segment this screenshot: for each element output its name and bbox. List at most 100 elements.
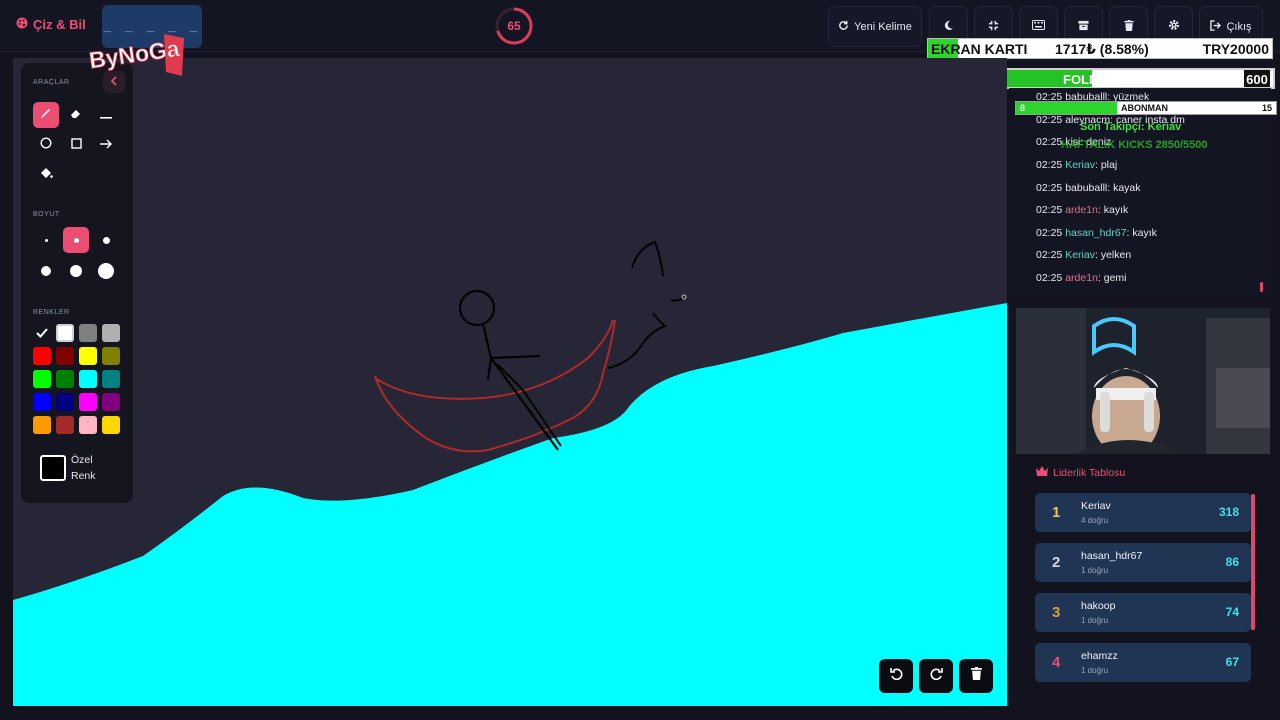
sign-out-icon (1210, 19, 1222, 34)
check-icon (36, 328, 48, 338)
leaderboard-name: hakoop (1081, 600, 1116, 612)
leaderboard-score: 74 (1225, 605, 1239, 619)
subs-label: ABONMAN (1121, 103, 1168, 113)
color-swatch[interactable] (33, 416, 51, 434)
chat-time: 02:25 (1036, 114, 1063, 126)
color-swatch[interactable] (56, 393, 74, 411)
color-swatch[interactable] (33, 347, 51, 365)
chat-panel: 02:25 babuballl: yüzmek 02:25 aleynacm: c… (1009, 88, 1271, 298)
brush-cursor (681, 294, 687, 300)
size-1-button[interactable] (33, 227, 59, 253)
color-swatch[interactable] (56, 416, 74, 434)
leaderboard: Liderlik Tablosu 1 Keriav 4 doğru 318 2 hasan… (1022, 458, 1270, 698)
size-1-dot (45, 239, 48, 242)
tools-section-label: ARAÇLAR (33, 79, 70, 86)
color-swatch[interactable] (102, 324, 120, 342)
leaderboard-rank: 4 (1052, 654, 1061, 671)
chat-message: 02:25 Keriav: plaj (1036, 159, 1117, 171)
color-swatch[interactable] (79, 370, 97, 388)
fill-tool-button[interactable] (33, 162, 59, 188)
color-swatch[interactable] (33, 393, 51, 411)
color-swatch[interactable] (102, 416, 120, 434)
color-swatch[interactable] (33, 324, 51, 342)
arrow-right-icon (100, 136, 113, 154)
rectangle-tool-button[interactable] (63, 132, 89, 158)
circle-icon (40, 136, 52, 154)
boat-stroke (374, 319, 616, 453)
leaderboard-row: 2 hasan_hdr67 1 doğru 86 (1035, 543, 1251, 582)
leaderboard-scrollbar[interactable] (1251, 494, 1255, 630)
chat-time: 02:25 (1036, 136, 1063, 148)
line-tool-button[interactable] (93, 102, 119, 128)
color-swatch[interactable] (33, 370, 51, 388)
color-swatch[interactable] (79, 324, 97, 342)
undo-icon (889, 667, 903, 685)
drawing-canvas[interactable] (13, 58, 1007, 706)
timer-value: 65 (507, 19, 521, 33)
gpu-goal-amount: 1717₺ (8.58%) (1055, 41, 1149, 57)
exit-label: Çıkış (1226, 20, 1252, 33)
new-word-button[interactable]: Yeni Kelime (828, 6, 922, 47)
eraser-tool-button[interactable] (63, 102, 89, 128)
arm-stroke (607, 312, 667, 369)
crown-icon (1036, 466, 1048, 479)
undo-button[interactable] (879, 659, 913, 693)
chat-time: 02:25 (1036, 204, 1063, 216)
chat-message: 02:25 Keriav: yelken (1036, 249, 1131, 261)
chat-username[interactable]: arde1n (1065, 204, 1098, 216)
leaderboard-correct-count: 1 doğru (1081, 666, 1109, 675)
chat-username[interactable]: arde1n (1065, 272, 1098, 284)
circle-tool-button[interactable] (33, 132, 59, 158)
refresh-icon (838, 20, 849, 34)
size-6-button[interactable] (93, 258, 119, 284)
color-swatch[interactable] (79, 416, 97, 434)
custom-color-swatch (40, 455, 66, 481)
subs-target: 15 (1261, 103, 1272, 113)
trash-icon (970, 667, 982, 685)
leaderboard-name: hasan_hdr67 (1081, 550, 1143, 562)
chat-username[interactable]: babuballl (1065, 182, 1107, 194)
gear-icon (1168, 19, 1180, 34)
chat-username[interactable]: hasan_hdr67 (1065, 227, 1126, 239)
color-swatch[interactable] (79, 347, 97, 365)
color-swatch[interactable] (102, 347, 120, 365)
size-4-button[interactable] (33, 258, 59, 284)
leaderboard-correct-count: 1 doğru (1081, 566, 1109, 575)
leaderboard-score: 67 (1225, 655, 1239, 669)
brush-tool-button[interactable] (33, 102, 59, 128)
webcam-image (1016, 308, 1270, 454)
last-follower-text: Son Takipçi: Keriav (1080, 121, 1182, 133)
chat-text: kayık (1103, 204, 1129, 216)
redo-button[interactable] (919, 659, 953, 693)
size-5-button[interactable] (63, 258, 89, 284)
color-swatch[interactable] (102, 370, 120, 388)
chat-text: kayak (1113, 182, 1141, 194)
chat-username[interactable]: Keriav (1065, 159, 1095, 171)
color-swatch[interactable] (56, 370, 74, 388)
chat-username[interactable]: Keriav (1065, 249, 1095, 261)
chat-message: 02:25 hasan_hdr67: kayık (1036, 227, 1157, 239)
chat-scrollbar[interactable] (1260, 282, 1263, 292)
chat-text: kayık (1132, 227, 1157, 239)
eraser-icon (70, 106, 82, 124)
color-swatch[interactable] (79, 393, 97, 411)
color-swatch[interactable] (56, 347, 74, 365)
leaderboard-score: 86 (1225, 555, 1239, 569)
size-2-button[interactable] (63, 227, 89, 253)
color-swatch[interactable] (102, 393, 120, 411)
size-4-dot (41, 266, 51, 276)
square-icon (70, 136, 82, 154)
moon-icon (943, 20, 954, 34)
boat-inner-stroke (374, 319, 614, 400)
leaderboard-row: 4 ehamzz 1 doğru 67 (1035, 643, 1251, 682)
arrow-tool-button[interactable] (93, 132, 119, 158)
canvas-drawing (13, 240, 1007, 706)
custom-color-button[interactable]: Özel Renk (31, 447, 123, 489)
keyboard-icon (1032, 20, 1045, 33)
gpu-goal-label: EKRAN KARTI (931, 41, 1028, 57)
leaderboard-rank: 3 (1052, 604, 1061, 621)
size-3-button[interactable] (93, 227, 119, 253)
clear-canvas-button[interactable] (959, 659, 993, 693)
leaderboard-name: Keriav (1081, 500, 1111, 512)
color-swatch[interactable] (56, 324, 74, 342)
